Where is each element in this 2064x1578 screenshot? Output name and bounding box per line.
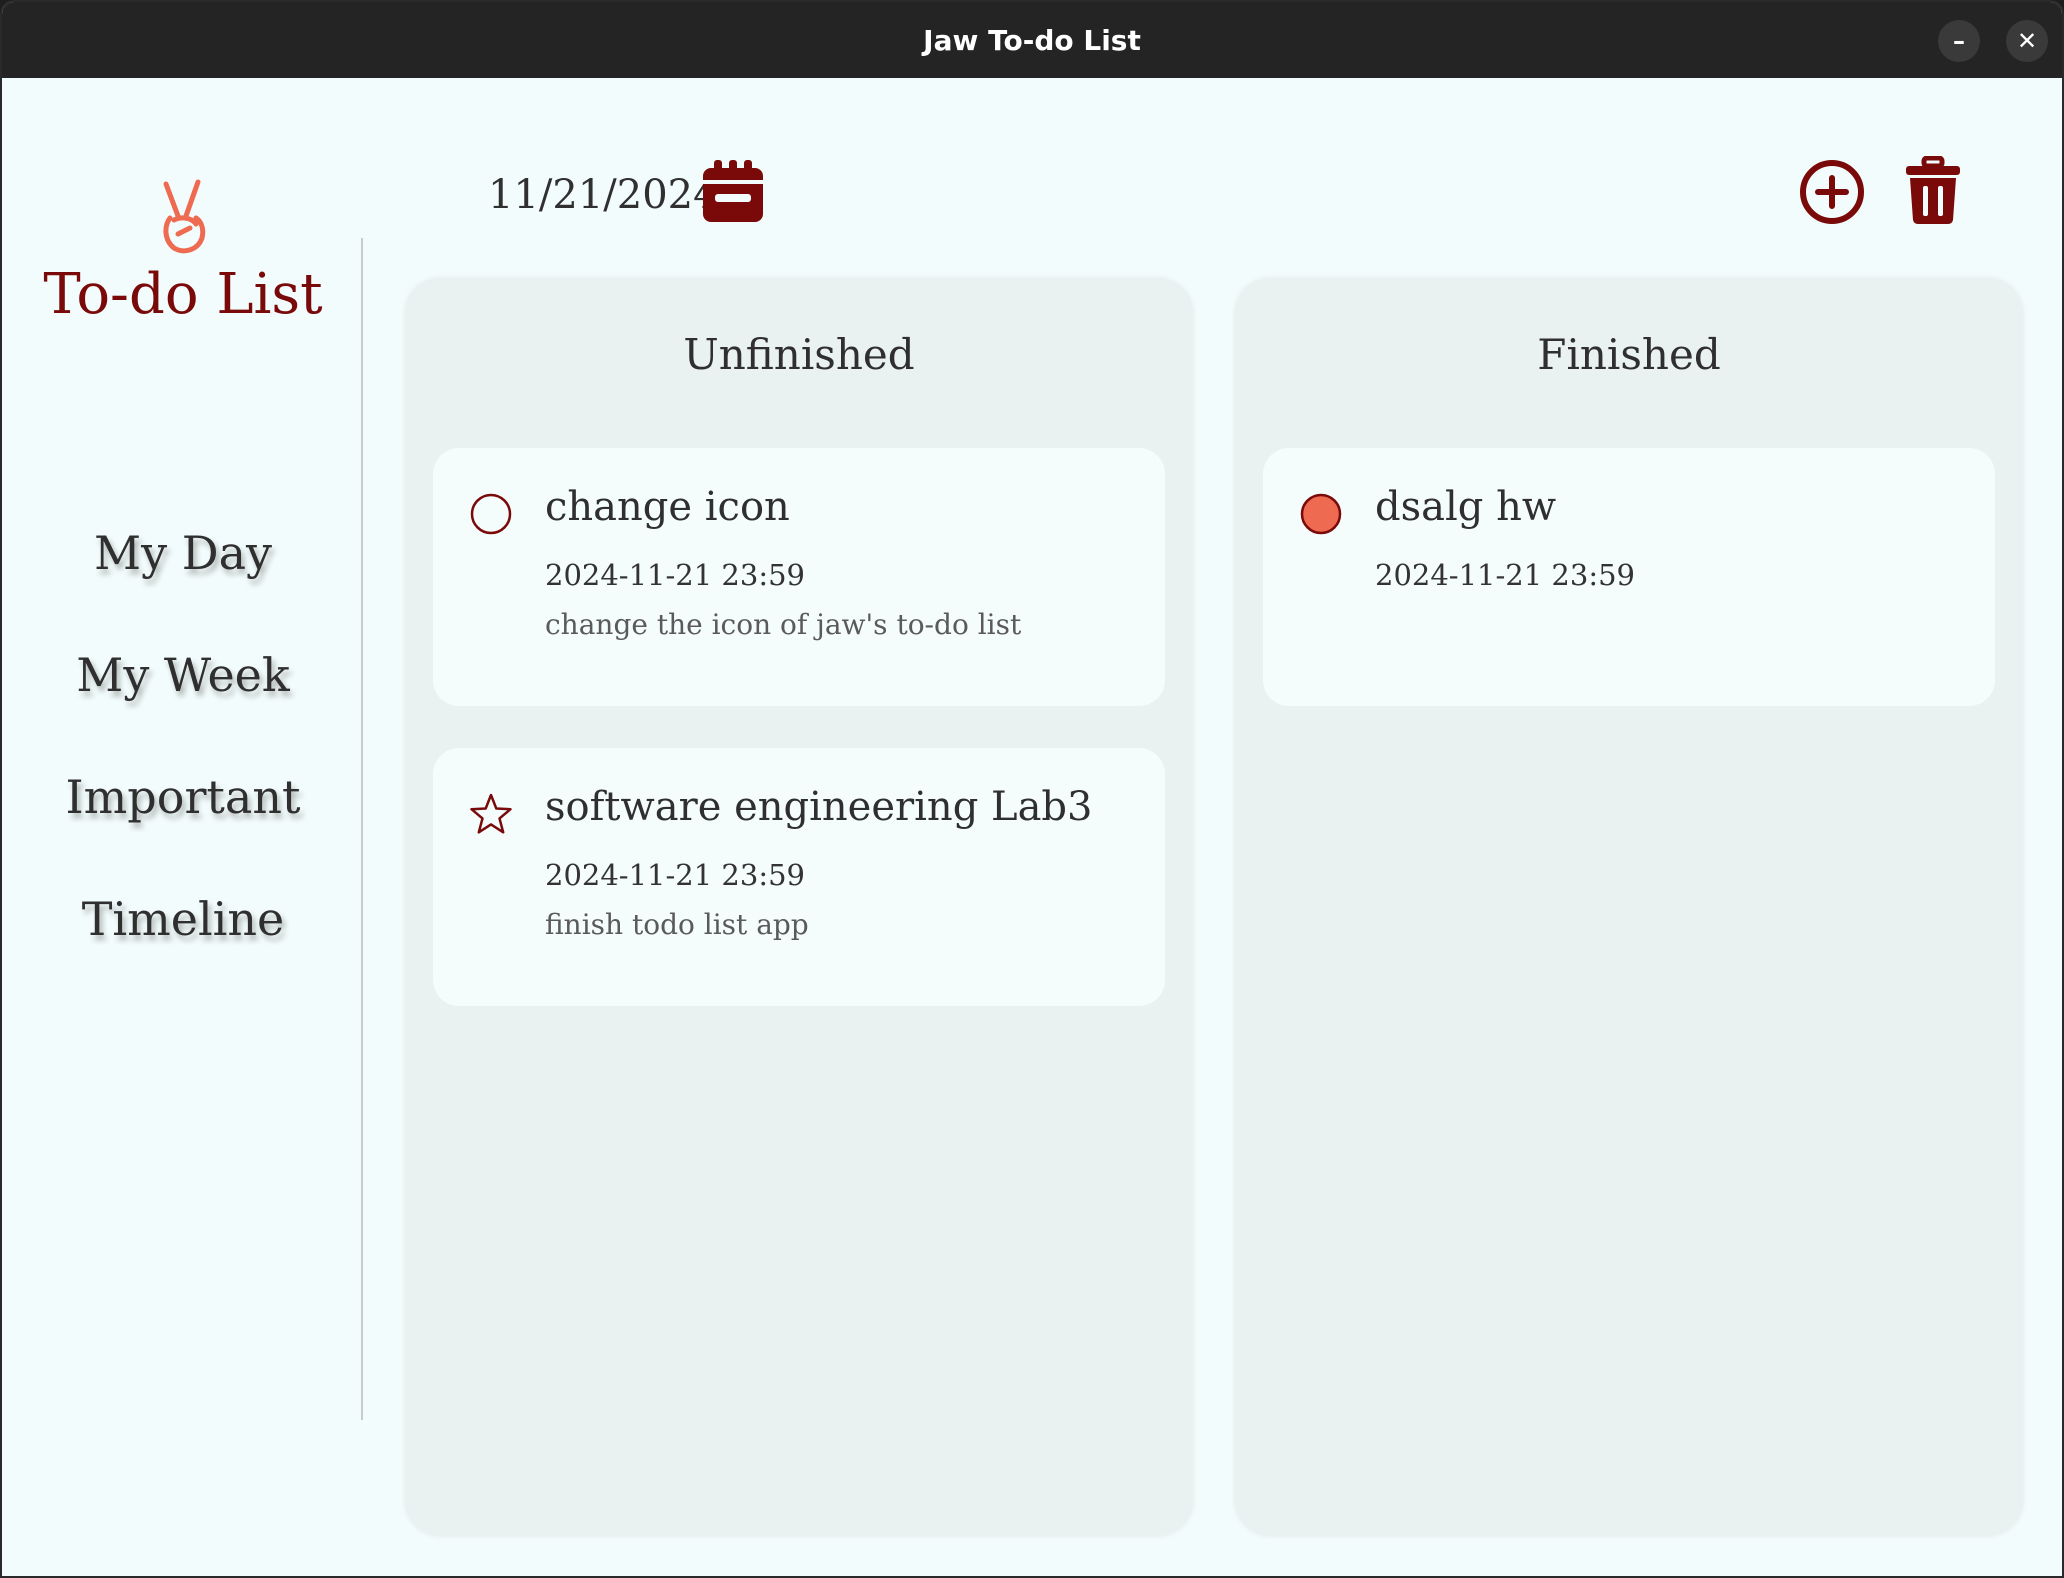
finished-title: Finished [1537,330,1721,379]
nav-item-my-day[interactable]: My Day [2,526,364,580]
task-description: finish todo list app [545,908,809,941]
task-description: change the icon of jaw's to-do list [545,608,1022,641]
window-title: Jaw To-do List [923,23,1141,57]
unfinished-title: Unfinished [683,330,915,379]
circle-filled-icon[interactable] [1299,492,1343,536]
nav-item-my-week[interactable]: My Week [2,648,364,702]
task-due: 2024-11-21 23:59 [1375,558,1635,592]
unfinished-panel: Unfinished change icon 2024-11-21 23:59 … [405,278,1193,1536]
victory-hand-icon [163,179,206,254]
circle-outline-icon[interactable] [469,492,513,536]
add-circle-icon[interactable] [1798,158,1866,226]
task-card[interactable]: dsalg hw 2024-11-21 23:59 [1263,448,1995,706]
task-title: software engineering Lab3 [545,784,1093,830]
title-bar: Jaw To-do List – ✕ [2,2,2062,78]
trash-icon[interactable] [1904,156,1962,226]
minimize-button[interactable]: – [1938,20,1980,62]
close-icon: ✕ [2016,27,2038,55]
sidebar-divider [361,238,363,1420]
task-card[interactable]: change icon 2024-11-21 23:59 change the … [433,448,1165,706]
nav-item-timeline[interactable]: Timeline [2,892,364,946]
task-due: 2024-11-21 23:59 [545,558,805,592]
current-date[interactable]: 11/21/2024 [488,172,719,218]
task-title: change icon [545,484,790,530]
star-outline-icon[interactable] [469,792,513,836]
finished-panel: Finished dsalg hw 2024-11-21 23:59 [1235,278,2023,1536]
nav-item-important[interactable]: Important [2,770,364,824]
task-card[interactable]: software engineering Lab3 2024-11-21 23:… [433,748,1165,1006]
sidebar: To-do List My Day My Week Important Time… [2,78,364,1576]
app-window: Jaw To-do List – ✕ To-do List My Day My … [0,0,2064,1578]
close-button[interactable]: ✕ [2006,20,2048,62]
task-due: 2024-11-21 23:59 [545,858,805,892]
task-title: dsalg hw [1375,484,1557,530]
calendar-icon[interactable] [700,158,766,224]
minimize-icon: – [1953,27,1965,55]
app-title: To-do List [43,262,323,327]
